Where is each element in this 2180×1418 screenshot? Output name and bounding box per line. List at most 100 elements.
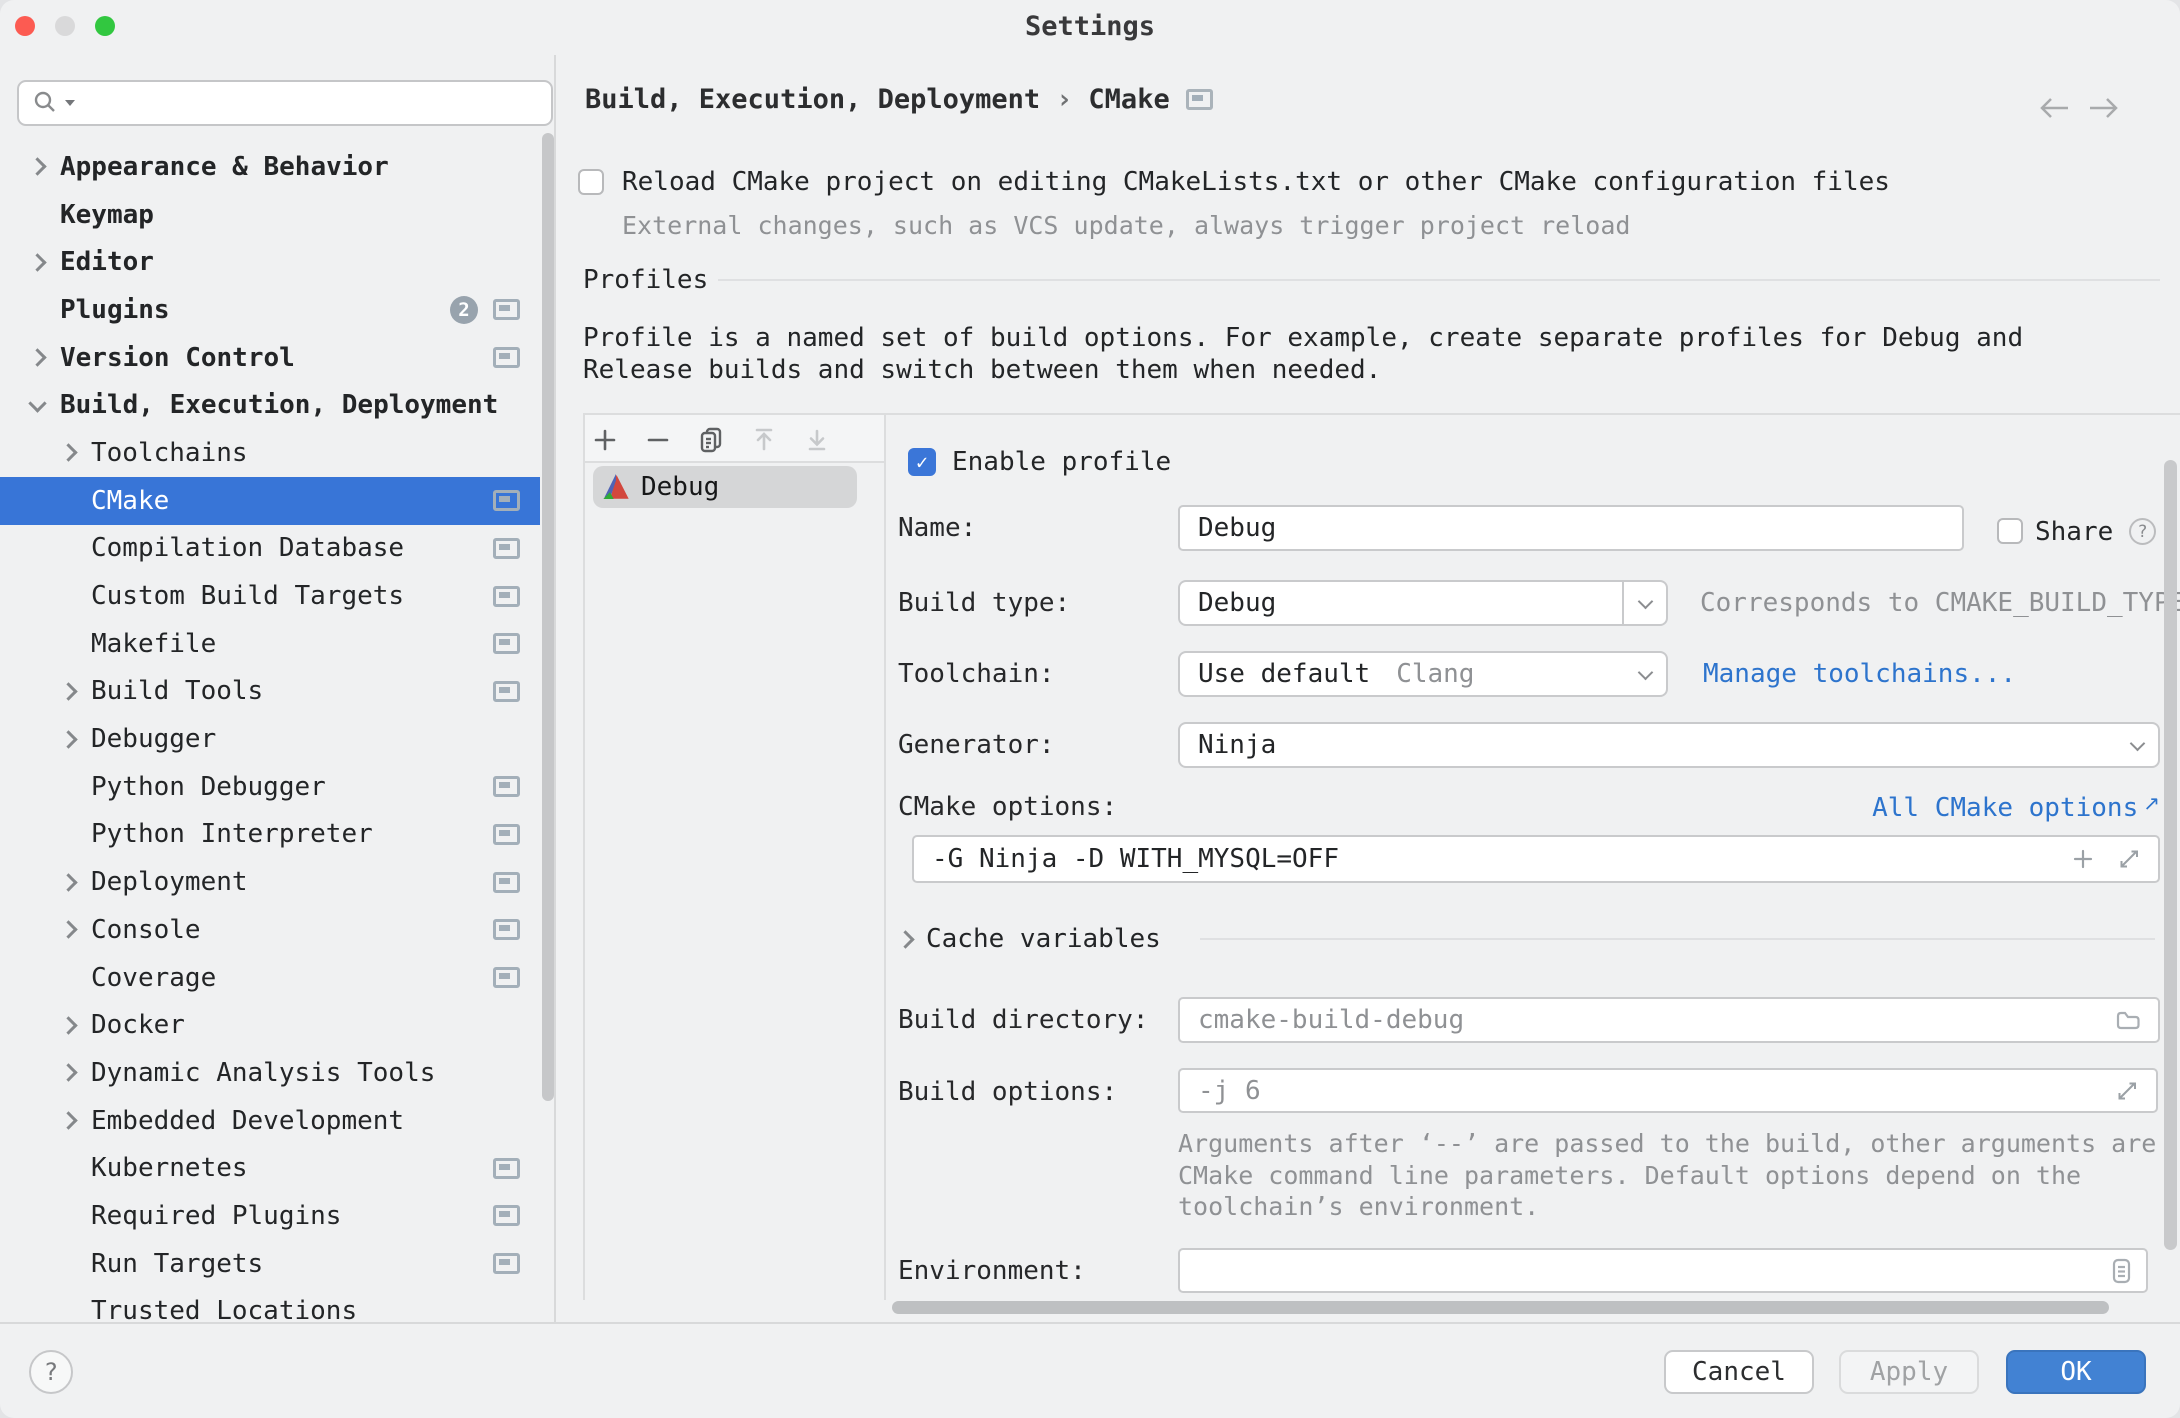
back-button[interactable] [2032, 95, 2074, 128]
chevron-icon [53, 494, 83, 507]
sidebar-item-trusted-locations[interactable]: Trusted Locations [0, 1288, 540, 1323]
ok-button[interactable]: OK [2006, 1350, 2146, 1394]
expand-editor-icon[interactable] [2116, 837, 2142, 881]
chevron-icon [53, 1257, 83, 1270]
screen-settings-icon [493, 967, 520, 989]
sidebar-item-compilation-database[interactable]: Compilation Database [0, 525, 540, 573]
sidebar-item-required-plugins[interactable]: Required Plugins [0, 1192, 540, 1240]
all-cmake-options-link[interactable]: All CMake options ↗ [1872, 791, 2160, 823]
sidebar-item-toolchains[interactable]: Toolchains [0, 429, 540, 477]
profiles-description-line1: Profile is a named set of build options.… [583, 323, 2024, 353]
copy-profile-button[interactable] [695, 424, 727, 456]
sidebar-item-cmake[interactable]: CMake [0, 476, 540, 525]
chevron-icon [53, 780, 83, 793]
sidebar-item-run-targets[interactable]: Run Targets [0, 1240, 540, 1288]
add-profile-button[interactable] [589, 424, 621, 456]
toolchain-select[interactable]: Use default Clang [1178, 651, 1668, 697]
sidebar-scrollbar[interactable] [542, 133, 554, 1101]
build-options-input[interactable]: -j 6 [1178, 1068, 2158, 1113]
sidebar-item-appearance-behavior[interactable]: Appearance & Behavior [0, 143, 540, 191]
share-checkbox[interactable] [1997, 518, 2023, 544]
chevron-icon [53, 923, 83, 936]
chevron-icon [53, 446, 83, 459]
chevron-down-icon [2116, 724, 2158, 766]
sidebar-item-debugger[interactable]: Debugger [0, 715, 540, 763]
chevron-icon [53, 971, 83, 984]
chevron-icon [53, 590, 83, 603]
cmake-options-input[interactable]: -G Ninja -D WITH_MYSQL=OFF [912, 835, 2160, 883]
sidebar-item-editor[interactable]: Editor [0, 238, 540, 286]
chevron-down-icon [1624, 653, 1666, 695]
chevron-icon [53, 1114, 83, 1127]
chevron-icon [53, 733, 83, 746]
help-button[interactable]: ? [29, 1350, 73, 1394]
cmake-options-label: CMake options: [898, 792, 1118, 822]
sidebar-item-kubernetes[interactable]: Kubernetes [0, 1144, 540, 1192]
sidebar-item-console[interactable]: Console [0, 906, 540, 954]
build-type-select[interactable]: Debug [1178, 580, 1668, 626]
folder-icon[interactable] [2114, 999, 2142, 1041]
generator-value: Ninja [1198, 730, 1277, 760]
sidebar-item-label: Custom Build Targets [91, 581, 405, 612]
toolchain-label: Toolchain: [898, 659, 1055, 689]
build-directory-input[interactable]: cmake-build-debug [1178, 997, 2160, 1043]
panel-divider [884, 413, 886, 1300]
enable-profile-checkbox[interactable] [908, 448, 936, 476]
sidebar-item-label: Editor [60, 247, 154, 278]
environment-edit-icon[interactable] [2110, 1250, 2134, 1291]
sidebar-item-dynamic-analysis-tools[interactable]: Dynamic Analysis Tools [0, 1049, 540, 1097]
sidebar-item-python-debugger[interactable]: Python Debugger [0, 763, 540, 811]
add-option-icon[interactable] [2070, 837, 2096, 881]
sidebar-item-embedded-development[interactable]: Embedded Development [0, 1097, 540, 1145]
share-label[interactable]: Share [2035, 517, 2113, 547]
generator-select[interactable]: Ninja [1178, 722, 2160, 768]
cache-variables-toggle[interactable]: Cache variables [890, 924, 1161, 954]
cancel-button[interactable]: Cancel [1664, 1350, 1814, 1394]
sidebar-item-custom-build-targets[interactable]: Custom Build Targets [0, 572, 540, 620]
profile-list-item-debug[interactable]: Debug [593, 466, 857, 508]
cache-variables-rule [1200, 938, 2155, 940]
search-options-caret-icon[interactable] [65, 100, 75, 106]
sidebar-item-build-tools[interactable]: Build Tools [0, 668, 540, 716]
footer-divider [0, 1322, 2180, 1324]
share-help-icon[interactable]: ? [2129, 518, 2156, 545]
build-options-hint: Arguments after ‘--’ are passed to the b… [1178, 1128, 2156, 1223]
build-type-label: Build type: [898, 588, 1071, 618]
search-input[interactable] [17, 80, 553, 126]
screen-settings-icon [493, 680, 520, 702]
forward-button[interactable] [2084, 95, 2126, 128]
breadcrumb-path[interactable]: Build, Execution, Deployment [585, 84, 1040, 115]
sidebar-item-keymap[interactable]: Keymap [0, 191, 540, 239]
screen-settings-icon [493, 1157, 520, 1179]
manage-toolchains-link[interactable]: Manage toolchains... [1703, 659, 2016, 689]
sidebar-item-python-interpreter[interactable]: Python Interpreter [0, 811, 540, 859]
expand-editor-icon[interactable] [2114, 1070, 2140, 1111]
sidebar-item-deployment[interactable]: Deployment [0, 858, 540, 906]
horizontal-scrollbar[interactable] [892, 1301, 2109, 1314]
screen-settings-icon [493, 347, 520, 369]
name-input[interactable]: Debug [1178, 505, 1964, 551]
reload-cmake-hint: External changes, such as VCS update, al… [622, 211, 1631, 240]
sidebar-item-label: Deployment [91, 867, 248, 898]
sidebar-item-version-control[interactable]: Version Control [0, 334, 540, 382]
sidebar-item-label: Dynamic Analysis Tools [91, 1057, 436, 1088]
apply-button: Apply [1839, 1350, 1979, 1394]
move-down-button [801, 424, 833, 456]
vertical-scrollbar[interactable] [2164, 460, 2177, 1250]
sidebar-item-label: Makefile [91, 628, 217, 659]
reload-cmake-checkbox[interactable] [578, 169, 604, 195]
sidebar-item-makefile[interactable]: Makefile [0, 620, 540, 668]
sidebar-item-coverage[interactable]: Coverage [0, 954, 540, 1002]
profile-item-label: Debug [641, 472, 720, 502]
window-title: Settings [1024, 11, 1156, 42]
environment-input[interactable] [1178, 1248, 2148, 1293]
settings-window: Settings Appearance & Behavior Keymap Ed… [0, 0, 2180, 1418]
reload-cmake-label[interactable]: Reload CMake project on editing CMakeLis… [622, 167, 1890, 197]
remove-profile-button[interactable] [642, 424, 674, 456]
enable-profile-label[interactable]: Enable profile [952, 448, 1171, 476]
sidebar-item-docker[interactable]: Docker [0, 1001, 540, 1049]
sidebar-item-plugins[interactable]: Plugins 2 [0, 286, 540, 334]
toolchain-value: Use default [1198, 659, 1371, 689]
sidebar-item-build-execution-deployment[interactable]: Build, Execution, Deployment [0, 381, 540, 429]
cmake-options-value: -G Ninja -D WITH_MYSQL=OFF [932, 844, 1339, 874]
